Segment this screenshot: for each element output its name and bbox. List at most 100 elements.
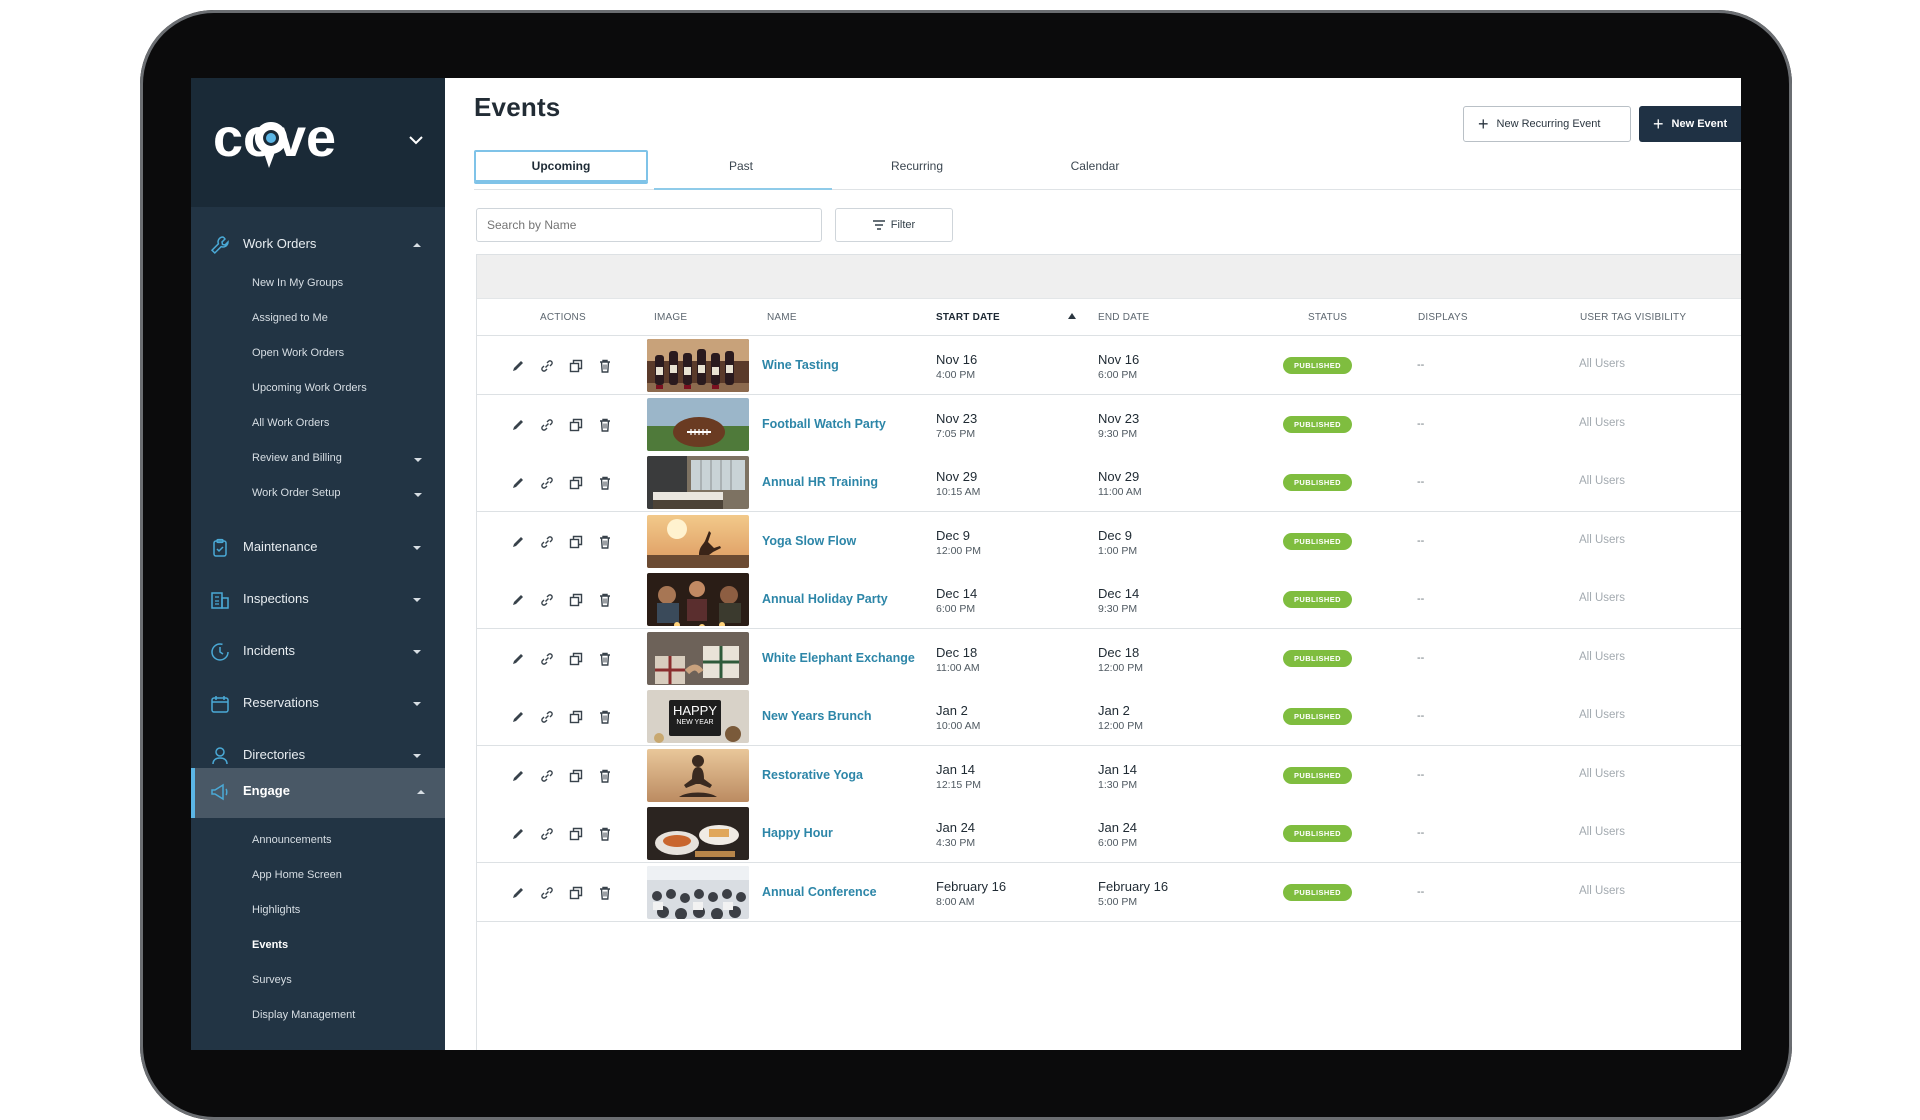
sidebar-section-work-orders[interactable]: Work Orders: [191, 221, 445, 269]
edit-pencil-icon[interactable]: [510, 826, 526, 842]
edit-pencil-icon[interactable]: [510, 475, 526, 491]
tab-recurring[interactable]: Recurring: [830, 150, 1004, 182]
sidebar-item-all-work-orders[interactable]: All Work Orders: [252, 417, 329, 429]
sidebar-item-review-and-billing[interactable]: Review and Billing: [252, 452, 342, 464]
duplicate-icon[interactable]: [568, 475, 584, 491]
edit-pencil-icon[interactable]: [510, 651, 526, 667]
start-time: 11:00 AM: [936, 662, 980, 674]
duplicate-icon[interactable]: [568, 592, 584, 608]
link-icon[interactable]: [539, 592, 555, 608]
edit-pencil-icon[interactable]: [510, 358, 526, 374]
link-icon[interactable]: [539, 651, 555, 667]
filter-button[interactable]: Filter: [835, 208, 953, 242]
event-name-link[interactable]: Yoga Slow Flow: [762, 534, 856, 548]
link-icon[interactable]: [539, 417, 555, 433]
link-icon[interactable]: [539, 885, 555, 901]
duplicate-icon[interactable]: [568, 885, 584, 901]
trash-icon[interactable]: [597, 417, 613, 433]
tab-calendar[interactable]: Calendar: [1008, 150, 1182, 182]
sidebar-item-surveys[interactable]: Surveys: [252, 974, 292, 986]
table-row: HAPPY NEW YEAR New Years Brunch Jan 2 10:…: [477, 687, 1741, 746]
search-input[interactable]: [476, 208, 822, 242]
col-start-date[interactable]: START DATE: [936, 312, 1000, 323]
sign-subtext: NEW YEAR: [676, 719, 714, 726]
event-image-food: [647, 807, 749, 860]
sort-ascending-icon[interactable]: [1068, 313, 1076, 319]
tab-past[interactable]: Past: [654, 150, 828, 182]
trash-icon[interactable]: [597, 358, 613, 374]
col-image: IMAGE: [654, 312, 688, 323]
end-time: 11:00 AM: [1098, 486, 1142, 498]
event-name-link[interactable]: Restorative Yoga: [762, 768, 863, 782]
caret-down-icon[interactable]: [413, 456, 423, 464]
duplicate-icon[interactable]: [568, 709, 584, 725]
trash-icon[interactable]: [597, 826, 613, 842]
tab-upcoming[interactable]: Upcoming: [474, 150, 648, 182]
trash-icon[interactable]: [597, 768, 613, 784]
sidebar-item-app-home-screen[interactable]: App Home Screen: [252, 869, 342, 881]
col-end-date[interactable]: END DATE: [1098, 312, 1149, 323]
link-icon[interactable]: [539, 475, 555, 491]
sidebar-item-display-management[interactable]: Display Management: [252, 1009, 355, 1021]
duplicate-icon[interactable]: [568, 826, 584, 842]
caret-down-icon[interactable]: [413, 491, 423, 499]
edit-pencil-icon[interactable]: [510, 885, 526, 901]
sidebar-item-events[interactable]: Events: [252, 939, 288, 951]
edit-pencil-icon[interactable]: [510, 534, 526, 550]
trash-icon[interactable]: [597, 651, 613, 667]
sidebar-item-upcoming-work-orders[interactable]: Upcoming Work Orders: [252, 382, 367, 394]
event-name-link[interactable]: Wine Tasting: [762, 358, 839, 372]
sidebar-item-announcements[interactable]: Announcements: [252, 834, 332, 846]
table-row: Wine Tasting Nov 16 4:00 PM Nov 16 6:00 …: [477, 336, 1741, 395]
event-name-link[interactable]: White Elephant Exchange: [762, 651, 915, 665]
edit-pencil-icon[interactable]: [510, 768, 526, 784]
start-time: 7:05 PM: [936, 428, 976, 440]
event-image-crowd: [647, 866, 749, 919]
event-name-link[interactable]: Annual HR Training: [762, 475, 878, 489]
table-row: White Elephant Exchange Dec 18 11:00 AM …: [477, 629, 1741, 688]
col-displays: DISPLAYS: [1418, 312, 1468, 323]
link-icon[interactable]: [539, 534, 555, 550]
displays-value: --: [1417, 710, 1425, 722]
link-icon[interactable]: [539, 709, 555, 725]
sidebar-item-work-order-setup[interactable]: Work Order Setup: [252, 487, 340, 499]
sidebar-item-highlights[interactable]: Highlights: [252, 904, 300, 916]
sidebar-item-assigned-to-me[interactable]: Assigned to Me: [252, 312, 328, 324]
sidebar-header: cove: [191, 78, 445, 207]
event-name-link[interactable]: Football Watch Party: [762, 417, 886, 431]
sidebar-section-inspections[interactable]: Inspections: [191, 576, 445, 624]
duplicate-icon[interactable]: [568, 534, 584, 550]
duplicate-icon[interactable]: [568, 417, 584, 433]
sidebar-section-maintenance[interactable]: Maintenance: [191, 524, 445, 572]
link-icon[interactable]: [539, 826, 555, 842]
sidebar-item-open-work-orders[interactable]: Open Work Orders: [252, 347, 344, 359]
edit-pencil-icon[interactable]: [510, 592, 526, 608]
duplicate-icon[interactable]: [568, 651, 584, 667]
sidebar-section-engage[interactable]: Engage: [191, 768, 445, 818]
trash-icon[interactable]: [597, 709, 613, 725]
trash-icon[interactable]: [597, 475, 613, 491]
sidebar-item-new-in-my-groups[interactable]: New In My Groups: [252, 277, 343, 289]
trash-icon[interactable]: [597, 592, 613, 608]
sidebar-section-incidents[interactable]: Incidents: [191, 628, 445, 676]
col-name[interactable]: NAME: [767, 312, 797, 323]
col-status[interactable]: STATUS: [1308, 312, 1347, 323]
event-name-link[interactable]: Happy Hour: [762, 826, 833, 840]
link-icon[interactable]: [539, 358, 555, 374]
edit-pencil-icon[interactable]: [510, 709, 526, 725]
sidebar-section-reservations[interactable]: Reservations: [191, 680, 445, 728]
chevron-down-icon[interactable]: [406, 130, 426, 150]
edit-pencil-icon[interactable]: [510, 417, 526, 433]
event-name-link[interactable]: Annual Holiday Party: [762, 592, 888, 606]
duplicate-icon[interactable]: [568, 768, 584, 784]
event-name-link[interactable]: Annual Conference: [762, 885, 877, 899]
duplicate-icon[interactable]: [568, 358, 584, 374]
new-event-button[interactable]: + New Event: [1639, 106, 1741, 142]
table-row: Annual HR Training Nov 29 10:15 AM Nov 2…: [477, 453, 1741, 512]
new-recurring-event-button[interactable]: + New Recurring Event: [1463, 106, 1631, 142]
start-date: Dec 14: [936, 586, 978, 601]
trash-icon[interactable]: [597, 534, 613, 550]
link-icon[interactable]: [539, 768, 555, 784]
event-name-link[interactable]: New Years Brunch: [762, 709, 872, 723]
trash-icon[interactable]: [597, 885, 613, 901]
